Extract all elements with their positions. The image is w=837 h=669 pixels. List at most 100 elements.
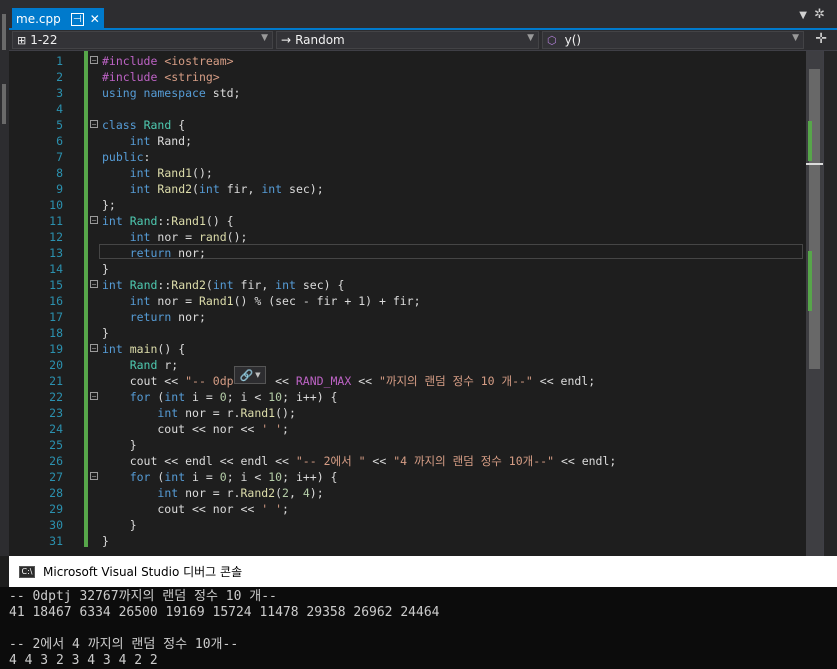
code-line[interactable]: 14} bbox=[9, 261, 806, 277]
collapse-icon[interactable]: − bbox=[90, 280, 98, 289]
gear-icon[interactable]: ✲ bbox=[814, 7, 825, 22]
vertical-scrollbar[interactable] bbox=[806, 51, 823, 556]
chevron-down-icon: ▼ bbox=[255, 371, 261, 379]
arrow-right-icon: → bbox=[281, 33, 292, 47]
line-number: 23 bbox=[49, 406, 63, 420]
right-side-panel[interactable] bbox=[823, 51, 837, 556]
code-text: cout << nor << ' '; bbox=[102, 422, 289, 436]
console-line: 41 18467 6334 26500 19169 15724 11478 29… bbox=[9, 605, 440, 620]
line-number: 17 bbox=[49, 310, 63, 324]
code-text: Rand r; bbox=[129, 358, 179, 372]
code-line[interactable]: 12 int nor = rand(); bbox=[9, 229, 806, 245]
code-text: int Rand1(); bbox=[129, 166, 213, 180]
chevron-down-icon: ▼ bbox=[792, 33, 799, 43]
collapse-icon[interactable]: − bbox=[90, 216, 98, 225]
console-line: 4 4 3 2 3 4 3 4 2 2 bbox=[9, 653, 158, 668]
code-line[interactable]: 20 Rand r; bbox=[9, 357, 806, 373]
code-line[interactable]: 18} bbox=[9, 325, 806, 341]
code-text: } bbox=[102, 262, 109, 276]
code-line[interactable]: 24 cout << nor << ' '; bbox=[9, 421, 806, 437]
quick-action-popup[interactable]: 🔗 ▼ bbox=[234, 366, 266, 384]
server-explorer-tab[interactable] bbox=[2, 84, 6, 124]
code-line[interactable]: 29 cout << nor << ' '; bbox=[9, 501, 806, 517]
chevron-down-icon[interactable]: ▼ bbox=[799, 10, 807, 21]
code-line[interactable]: 8 int Rand1(); bbox=[9, 165, 806, 181]
code-line[interactable]: 3 using namespace std; bbox=[9, 85, 806, 101]
code-line[interactable]: 9 int Rand2(int fir, int sec); bbox=[9, 181, 806, 197]
method-icon: ⬡ bbox=[547, 33, 557, 47]
scope-label: 1-22 bbox=[30, 33, 58, 47]
console-title: Microsoft Visual Studio 디버그 콘솔 bbox=[43, 565, 243, 579]
code-editor[interactable]: 1− #include <iostream> 2 #include <string> 3… bbox=[9, 51, 806, 556]
code-line[interactable]: 17 return nor; bbox=[9, 309, 806, 325]
collapse-icon[interactable]: − bbox=[90, 344, 98, 353]
close-icon[interactable]: ✕ bbox=[90, 12, 100, 26]
collapse-icon[interactable]: − bbox=[90, 472, 98, 481]
code-text: int nor = Rand1() % (sec - fir + 1) + fi… bbox=[129, 294, 421, 308]
code-line[interactable]: 30 } bbox=[9, 517, 806, 533]
class-label: Random bbox=[295, 33, 345, 47]
code-line[interactable]: 26 cout << endl << endl << "-- 2에서 " << … bbox=[9, 453, 806, 469]
tab-me-cpp[interactable]: me.cpp ⊣ ✕ bbox=[12, 8, 104, 30]
code-line[interactable]: 28 int nor = r.Rand2(2, 4); bbox=[9, 485, 806, 501]
line-number: 5 bbox=[56, 118, 63, 132]
code-text: cout << nor << ' '; bbox=[102, 502, 289, 516]
code-line[interactable]: 11 − int Rand::Rand1() { bbox=[9, 213, 806, 229]
line-number: 2 bbox=[56, 70, 63, 84]
collapse-icon[interactable]: − bbox=[90, 120, 98, 129]
toolbox-tab[interactable] bbox=[2, 14, 6, 50]
code-text: int Rand::Rand2(int fir, int sec) { bbox=[102, 278, 345, 292]
code-line[interactable]: 7 public: bbox=[9, 149, 806, 165]
scroll-caret-marker bbox=[806, 163, 823, 165]
line-number: 16 bbox=[49, 294, 63, 308]
member-dropdown[interactable]: ⬡ y() ▼ bbox=[542, 31, 804, 49]
code-text: for (int i = 0; i < 10; i++) { bbox=[129, 390, 338, 404]
split-window-icon[interactable]: ✛ bbox=[815, 31, 827, 47]
code-line[interactable]: 21 cout << "-- 0dp << RAND_MAX << "까지의 랜… bbox=[9, 373, 806, 389]
code-text: #include <iostream> bbox=[102, 54, 234, 68]
code-line[interactable]: 4 bbox=[9, 101, 806, 117]
code-text: } bbox=[102, 518, 137, 532]
line-number: 22 bbox=[49, 390, 63, 404]
code-line[interactable]: 5 − class Rand { bbox=[9, 117, 806, 133]
code-line[interactable]: 25 } bbox=[9, 437, 806, 453]
line-number: 15 bbox=[49, 278, 63, 292]
pin-icon[interactable]: ⊣ bbox=[70, 12, 84, 26]
console-title-bar[interactable]: C:\ Microsoft Visual Studio 디버그 콘솔 bbox=[9, 556, 837, 587]
code-line[interactable]: 2 #include <string> bbox=[9, 69, 806, 85]
navigation-bar: ⊞ 1-22 ▼ → Random ▼ ⬡ y() ▼ ✛ bbox=[9, 30, 837, 51]
chevron-down-icon: ▼ bbox=[527, 33, 534, 43]
code-text: int nor = r.Rand2(2, 4); bbox=[157, 486, 324, 500]
scrollbar-thumb[interactable] bbox=[809, 69, 820, 369]
member-label: y() bbox=[564, 33, 582, 47]
scope-dropdown[interactable]: ⊞ 1-22 ▼ bbox=[12, 31, 273, 49]
line-number: 1 bbox=[56, 54, 63, 68]
tab-title: me.cpp bbox=[16, 12, 61, 26]
scroll-change-marker bbox=[808, 121, 812, 161]
code-line[interactable]: 16 int nor = Rand1() % (sec - fir + 1) +… bbox=[9, 293, 806, 309]
code-line[interactable]: 10}; bbox=[9, 197, 806, 213]
code-line[interactable]: 22 − for (int i = 0; i < 10; i++) { bbox=[9, 389, 806, 405]
code-line[interactable]: 31} bbox=[9, 533, 806, 549]
line-number: 28 bbox=[49, 486, 63, 500]
line-number: 11 bbox=[49, 214, 63, 228]
debug-console-output[interactable]: -- 0dptj 32767까지의 랜덤 정수 10 개-- 41 18467 6… bbox=[0, 587, 837, 669]
code-text: return nor; bbox=[129, 310, 206, 324]
code-line[interactable]: 15 − int Rand::Rand2(int fir, int sec) { bbox=[9, 277, 806, 293]
code-text: } bbox=[102, 438, 137, 452]
collapse-icon[interactable]: − bbox=[90, 392, 98, 401]
code-line[interactable]: 6 int Rand; bbox=[9, 133, 806, 149]
line-number: 25 bbox=[49, 438, 63, 452]
code-line[interactable]: 27 − for (int i = 0; i < 10; i++) { bbox=[9, 469, 806, 485]
code-line[interactable]: 19 − int main() { bbox=[9, 341, 806, 357]
code-line[interactable]: 1 − #include <iostream> bbox=[9, 53, 806, 69]
code-text: } bbox=[102, 534, 109, 548]
code-line[interactable]: 13 return nor; bbox=[9, 245, 806, 261]
line-number: 3 bbox=[56, 86, 63, 100]
line-number: 27 bbox=[49, 470, 63, 484]
collapse-icon[interactable]: − bbox=[90, 56, 98, 65]
code-text: int Rand; bbox=[129, 134, 193, 148]
code-line[interactable]: 23 int nor = r.Rand1(); bbox=[9, 405, 806, 421]
code-text: class Rand { bbox=[102, 118, 186, 132]
class-dropdown[interactable]: → Random ▼ bbox=[276, 31, 539, 49]
